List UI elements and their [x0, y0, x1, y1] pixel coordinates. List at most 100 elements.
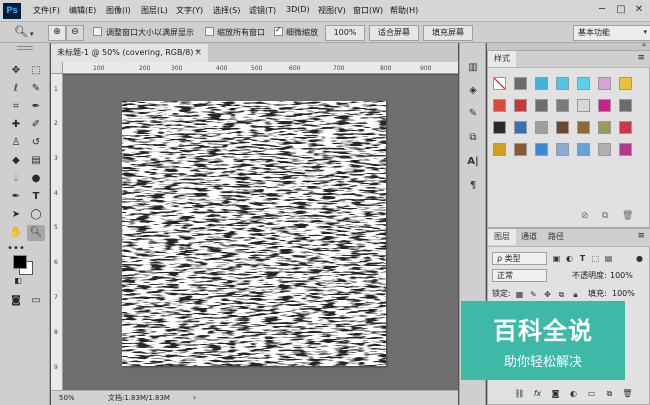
pen-tool-icon[interactable]: ✒ — [7, 189, 25, 205]
pixel-filter-icon[interactable]: ▣ — [551, 253, 562, 264]
style-swatch[interactable] — [493, 121, 506, 134]
style-swatch[interactable] — [598, 121, 611, 134]
gradient-tool-icon[interactable]: ▤ — [27, 153, 45, 169]
menu-select[interactable]: 选择(S) — [213, 5, 240, 16]
brush-panel-icon[interactable]: ✎ — [464, 105, 482, 123]
move-tool-icon[interactable]: ✥ — [7, 63, 25, 79]
resize-windows-checkbox[interactable] — [93, 27, 102, 36]
screen-mode-icon[interactable]: ▭ — [27, 293, 45, 309]
style-swatch[interactable] — [598, 143, 611, 156]
layer-filter-select[interactable]: ρ 类型 — [492, 252, 547, 265]
style-swatch[interactable] — [493, 143, 506, 156]
smart-object-filter-icon[interactable]: ▤ — [603, 253, 614, 264]
brush-tool-icon[interactable]: ✐ — [27, 117, 45, 133]
history-brush-icon[interactable]: ↺ — [27, 135, 45, 151]
layer-style-icon[interactable]: fx — [532, 388, 543, 399]
blend-mode-select[interactable]: 正常 — [492, 269, 547, 282]
horizontal-ruler[interactable]: 100 200 300 400 500 600 700 800 900 — [63, 62, 458, 74]
menu-help[interactable]: 帮助(H) — [390, 5, 418, 16]
style-swatch[interactable] — [598, 77, 611, 90]
document-tab[interactable]: 未标题-1 @ 50% (covering, RGB/8) * × — [51, 44, 208, 62]
zoom-in-icon[interactable]: ⊕ — [48, 25, 66, 41]
panel-menu-icon[interactable]: ≡ — [637, 231, 645, 241]
chevron-down-icon[interactable]: ▾ — [30, 28, 34, 42]
menu-file[interactable]: 文件(F) — [33, 5, 60, 16]
menu-type[interactable]: 文字(Y) — [176, 5, 203, 16]
healing-brush-icon[interactable]: ✚ — [7, 117, 25, 133]
path-select-icon[interactable]: ➤ — [7, 207, 25, 223]
quick-select-tool-icon[interactable]: ✎ — [27, 81, 45, 97]
close-button[interactable]: ✕ — [630, 2, 648, 18]
style-swatch[interactable] — [514, 143, 527, 156]
clone-stamp-icon[interactable]: ♙ — [7, 135, 25, 151]
panel-menu-icon[interactable]: ≡ — [637, 53, 645, 63]
type-filter-icon[interactable]: T — [577, 253, 588, 264]
quick-mask-icon[interactable]: ◙ — [7, 293, 25, 309]
toolbar-grip[interactable] — [17, 46, 33, 50]
style-swatch[interactable] — [493, 77, 506, 90]
new-style-icon[interactable]: ⧉ — [602, 211, 608, 221]
fit-screen-button[interactable]: 适合屏幕 — [369, 25, 419, 41]
style-swatch[interactable] — [577, 143, 590, 156]
style-swatch[interactable] — [535, 99, 548, 112]
lock-position-icon[interactable]: ✥ — [542, 289, 553, 300]
style-swatch[interactable] — [619, 121, 632, 134]
hand-tool-icon[interactable]: ✋ — [7, 225, 25, 241]
style-swatch[interactable] — [556, 77, 569, 90]
workspace-select[interactable]: 基本功能 ▾ — [573, 25, 650, 41]
filter-toggle-icon[interactable]: ● — [634, 253, 645, 264]
zoom-level[interactable]: 50% — [59, 391, 75, 405]
style-swatch[interactable] — [577, 99, 590, 112]
menu-edit[interactable]: 编辑(E) — [69, 5, 96, 16]
fill-screen-button[interactable]: 填充屏幕 — [423, 25, 473, 41]
dodge-tool-icon[interactable]: ● — [27, 171, 45, 187]
lock-image-icon[interactable]: ✎ — [528, 289, 539, 300]
style-swatch[interactable] — [493, 99, 506, 112]
zoom-all-checkbox[interactable] — [205, 27, 214, 36]
link-layers-icon[interactable]: ⛓ — [514, 388, 525, 399]
delete-style-icon[interactable]: 🗑︎ — [622, 211, 633, 221]
style-swatch[interactable] — [577, 77, 590, 90]
adjustment-layer-icon[interactable]: ◐ — [568, 388, 579, 399]
lasso-tool-icon[interactable]: ℓ — [7, 81, 25, 97]
character-panel-icon[interactable]: A| — [464, 153, 482, 171]
scrubby-zoom-checkbox[interactable] — [274, 25, 283, 36]
crop-tool-icon[interactable]: ⌗ — [7, 99, 25, 115]
delete-layer-icon[interactable]: 🗑︎ — [622, 388, 633, 399]
new-group-icon[interactable]: ▭ — [586, 388, 597, 399]
zoom-tool-icon[interactable]: 🔍︎ — [14, 25, 28, 39]
style-swatch[interactable] — [577, 121, 590, 134]
lock-all-icon[interactable]: 🔒︎ — [570, 289, 581, 300]
menu-filter[interactable]: 滤镜(T) — [249, 5, 276, 16]
eraser-tool-icon[interactable]: ◆ — [7, 153, 25, 169]
tab-layers[interactable]: 图层 — [488, 229, 516, 245]
style-swatch[interactable] — [619, 99, 632, 112]
history-panel-icon[interactable]: ▥ — [464, 59, 482, 77]
style-swatch[interactable] — [619, 143, 632, 156]
menu-layer[interactable]: 图层(L) — [141, 5, 168, 16]
chevron-right-icon[interactable]: › — [193, 391, 196, 405]
menu-window[interactable]: 窗口(W) — [353, 5, 383, 16]
style-swatch[interactable] — [556, 99, 569, 112]
minimize-button[interactable]: ─ — [593, 2, 611, 18]
menu-3d[interactable]: 3D(D) — [286, 5, 310, 14]
style-swatch[interactable] — [535, 77, 548, 90]
style-swatch[interactable] — [535, 121, 548, 134]
zoom-out-icon[interactable]: ⊖ — [66, 25, 84, 41]
style-swatch[interactable] — [514, 121, 527, 134]
adjustment-filter-icon[interactable]: ◐ — [564, 253, 575, 264]
menu-view[interactable]: 视图(V) — [318, 5, 346, 16]
style-swatch[interactable] — [619, 77, 632, 90]
style-swatch[interactable] — [556, 143, 569, 156]
eyedropper-tool-icon[interactable]: ✒ — [27, 99, 45, 115]
shape-filter-icon[interactable]: ⬚ — [590, 253, 601, 264]
tab-paths[interactable]: 路径 — [542, 229, 570, 245]
style-swatch[interactable] — [556, 121, 569, 134]
lock-transparent-icon[interactable]: ▦ — [514, 289, 525, 300]
style-swatch[interactable] — [514, 77, 527, 90]
tab-styles[interactable]: 样式 — [488, 51, 516, 67]
maximize-button[interactable]: □ — [612, 2, 630, 18]
opacity-value[interactable]: 100% — [610, 269, 633, 283]
clear-style-icon[interactable]: ⊘ — [581, 211, 589, 221]
type-tool-icon[interactable]: T — [27, 189, 45, 205]
